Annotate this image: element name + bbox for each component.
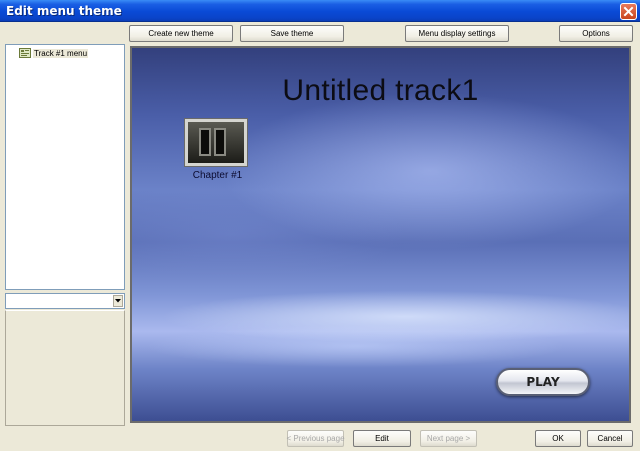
menu-select-combo[interactable] — [5, 293, 125, 309]
close-button[interactable] — [620, 3, 637, 20]
save-theme-button[interactable]: Save theme — [240, 25, 344, 42]
edit-button[interactable]: Edit — [353, 430, 411, 447]
door-left — [199, 128, 211, 156]
cancel-button[interactable]: Cancel — [587, 430, 633, 447]
menu-display-settings-button[interactable]: Menu display settings — [405, 25, 509, 42]
chapter-thumbnail[interactable] — [185, 119, 247, 166]
ok-button[interactable]: OK — [535, 430, 581, 447]
close-icon — [623, 6, 634, 17]
properties-panel — [5, 310, 125, 426]
menu-tree[interactable]: Track #1 menu — [5, 44, 125, 290]
tree-item-track-1-menu[interactable]: Track #1 menu — [19, 48, 89, 58]
menu-page-icon — [19, 48, 31, 58]
window-title: Edit menu theme — [6, 4, 122, 18]
chevron-down-icon — [115, 299, 121, 303]
create-new-theme-button[interactable]: Create new theme — [129, 25, 233, 42]
next-page-button[interactable]: Next page > — [420, 430, 477, 447]
dropdown-button[interactable] — [113, 295, 123, 307]
options-button[interactable]: Options — [559, 25, 633, 42]
menu-preview[interactable]: Untitled track1 Chapter #1 PLAY — [130, 46, 631, 423]
play-button[interactable]: PLAY — [496, 368, 590, 396]
title-bar: Edit menu theme — [0, 0, 640, 22]
previous-page-button[interactable]: < Previous page — [286, 430, 345, 447]
door-right — [214, 128, 226, 156]
tree-item-label: Track #1 menu — [33, 48, 89, 58]
chapter-label[interactable]: Chapter #1 — [185, 170, 250, 181]
menu-title-text[interactable]: Untitled track1 — [132, 74, 629, 108]
